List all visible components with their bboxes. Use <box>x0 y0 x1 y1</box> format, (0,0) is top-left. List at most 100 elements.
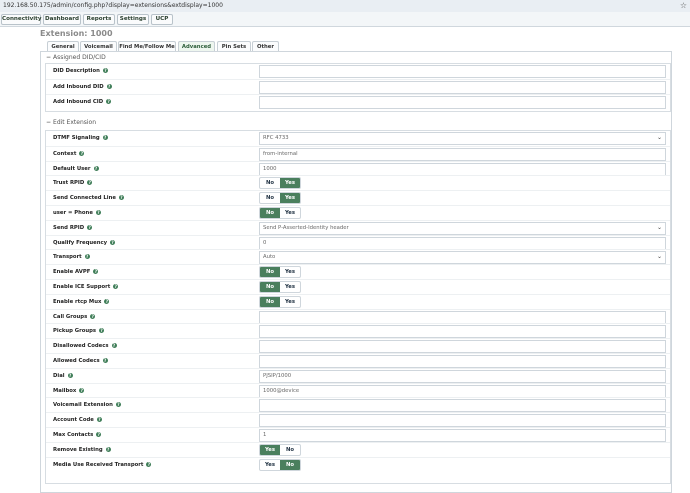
help-icon[interactable]: ? <box>115 402 121 408</box>
toggle-media-use-received-transport[interactable]: Yes No <box>259 458 301 471</box>
help-icon[interactable]: ? <box>90 313 96 319</box>
form-row-voicemail-extension: Voicemail Extension? <box>46 397 670 413</box>
bookmark-star-icon[interactable]: ☆ <box>680 1 687 10</box>
field-label: Enable rtcp Mux? <box>53 298 110 305</box>
toggle-option-right[interactable]: Yes <box>280 267 300 277</box>
form-row-account-code: Account Code? <box>46 412 670 428</box>
toggle-option-right[interactable]: No <box>280 445 300 455</box>
help-icon[interactable]: ? <box>102 68 108 73</box>
toggle-option-right[interactable]: Yes <box>280 178 300 189</box>
collapse-icon[interactable]: − <box>46 54 51 61</box>
form-row-media-use-received-transport: Media Use Received Transport? Yes No <box>46 456 670 473</box>
toggle-option-right[interactable]: Yes <box>280 193 300 204</box>
nav-ucp[interactable]: UCP <box>151 14 173 25</box>
input-dial[interactable]: PJSIP/1000 <box>259 369 666 383</box>
help-icon[interactable]: ? <box>106 83 112 89</box>
toggle-option-left[interactable]: No <box>260 296 280 307</box>
toggle-option-left[interactable]: No <box>260 193 280 203</box>
input-voicemail-extension[interactable] <box>259 399 666 413</box>
toggle-enable-avpf[interactable]: No Yes <box>259 266 301 279</box>
form-row-pickup-groups: Pickup Groups? <box>46 323 670 339</box>
toggle-option-left[interactable]: Yes <box>260 444 280 455</box>
url-text[interactable]: 192.168.50.175/admin/config.php?display=… <box>3 2 223 9</box>
field-label: Disallowed Codecs? <box>53 343 117 350</box>
select-transport[interactable]: Auto ⌄ <box>259 251 666 265</box>
help-icon[interactable]: ? <box>96 432 102 437</box>
form-row-add-inbound-cid: Add Inbound CID? <box>46 93 670 110</box>
field-label: DTMF Signaling? <box>53 135 108 141</box>
nav-connectivity[interactable]: Connectivity <box>1 14 42 25</box>
input-disallowed-codecs[interactable] <box>259 340 666 354</box>
help-icon[interactable]: ? <box>104 298 110 304</box>
help-icon[interactable]: ? <box>95 210 101 215</box>
input-max-contacts[interactable]: 1 <box>259 429 666 442</box>
toggle-option-right[interactable]: No <box>280 459 300 470</box>
field-label: Qualify Frequency? <box>53 239 116 246</box>
edit-extension-panel: DTMF Signaling? RFC 4733 ⌄ Context? from-int… <box>45 130 671 484</box>
form-row-trust-rpid: Trust RPID? No Yes <box>46 175 670 191</box>
field-label: user = Phone? <box>53 210 101 216</box>
toggle-option-left[interactable]: Yes <box>260 460 280 470</box>
toggle-option-right[interactable]: Yes <box>280 282 300 292</box>
help-icon[interactable]: ? <box>96 417 102 423</box>
toggle-option-left[interactable]: No <box>260 208 280 218</box>
input-allowed-codecs[interactable] <box>259 355 666 368</box>
chevron-down-icon: ⌄ <box>656 223 662 231</box>
help-icon[interactable]: ? <box>93 269 99 275</box>
help-icon[interactable]: ? <box>67 372 73 378</box>
input-did-description[interactable] <box>259 65 666 78</box>
input-mailbox[interactable]: 1000@device <box>259 384 666 398</box>
toggle-option-left[interactable]: No <box>260 267 280 278</box>
help-icon[interactable]: ? <box>113 284 119 289</box>
form-row-enable-avpf: Enable AVPF? No Yes <box>46 264 670 280</box>
nav-settings[interactable]: Settings <box>117 14 149 25</box>
help-icon[interactable]: ? <box>110 239 116 245</box>
toggle-option-right[interactable]: Yes <box>280 208 300 218</box>
help-icon[interactable]: ? <box>146 461 152 467</box>
help-icon[interactable]: ? <box>84 254 90 260</box>
nav-reports[interactable]: Reports <box>83 14 115 25</box>
form-row-transport: Transport? Auto ⌄ <box>46 249 670 265</box>
help-icon[interactable]: ? <box>99 328 105 334</box>
help-icon[interactable]: ? <box>87 180 93 186</box>
input-qualify-frequency[interactable]: 0 <box>259 236 666 250</box>
input-context[interactable]: from-internal <box>259 147 666 161</box>
help-icon[interactable]: ? <box>87 224 93 230</box>
select-send-rpid[interactable]: Send P-Asserted-Identity header ⌄ <box>259 221 666 235</box>
toggle-send-connected-line[interactable]: No Yes <box>259 192 301 205</box>
input-account-code[interactable] <box>259 414 666 428</box>
assigned-did-panel: DID Description? Add Inbound DID? Add Inbo… <box>45 63 671 112</box>
help-icon[interactable]: ? <box>118 195 124 201</box>
field-label: Enable AVPF? <box>53 269 99 276</box>
toggle-option-left[interactable]: No <box>260 178 280 188</box>
input-add-inbound-did[interactable] <box>259 80 666 94</box>
help-icon[interactable]: ? <box>111 343 117 349</box>
nav-dashboard[interactable]: Dashboard <box>43 14 81 25</box>
help-icon[interactable]: ? <box>106 98 112 104</box>
help-icon[interactable]: ? <box>105 446 111 452</box>
collapse-icon[interactable]: − <box>46 119 51 126</box>
help-icon[interactable]: ? <box>102 358 108 363</box>
toggle-enable-ice-support[interactable]: No Yes <box>259 281 301 293</box>
toggle-option-left[interactable]: No <box>260 282 280 292</box>
input-call-groups[interactable] <box>259 310 666 324</box>
toggle-option-right[interactable]: Yes <box>280 297 300 307</box>
input-default-user[interactable]: 1000 <box>259 162 666 176</box>
form-row-mailbox: Mailbox? 1000@device <box>46 382 670 399</box>
section-assigned-did-cid[interactable]: − Assigned DID/CID <box>46 54 106 61</box>
field-label: Remove Existing? <box>53 446 111 453</box>
input-pickup-groups[interactable] <box>259 325 666 339</box>
help-icon[interactable]: ? <box>79 150 85 156</box>
section-edit-extension[interactable]: − Edit Extension <box>46 119 96 126</box>
field-label: Max Contacts? <box>53 432 102 438</box>
select-dtmf-signaling[interactable]: RFC 4733 ⌄ <box>259 132 666 145</box>
help-icon[interactable]: ? <box>102 135 108 140</box>
top-navigation: Connectivity Dashboard Reports Settings … <box>0 12 690 27</box>
help-icon[interactable]: ? <box>93 165 99 171</box>
toggle-user-phone[interactable]: No Yes <box>259 207 301 219</box>
input-add-inbound-cid[interactable] <box>259 95 666 109</box>
toggle-remove-existing[interactable]: Yes No <box>259 443 301 456</box>
toggle-trust-rpid[interactable]: No Yes <box>259 177 301 190</box>
help-icon[interactable]: ? <box>79 387 85 393</box>
toggle-enable-rtcp-mux[interactable]: No Yes <box>259 295 301 308</box>
